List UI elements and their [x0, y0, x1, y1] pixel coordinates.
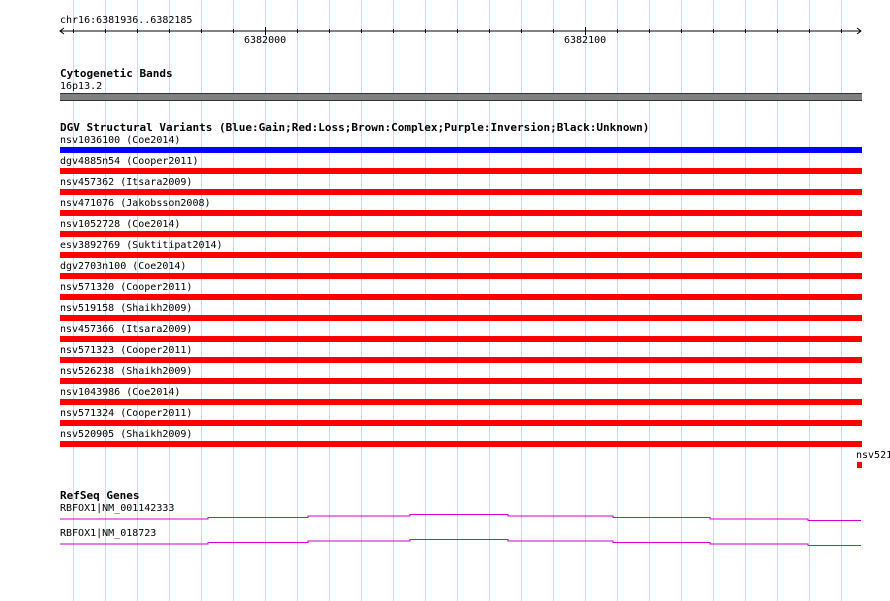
ruler-major-tick: [585, 27, 586, 35]
variant-bar-loss[interactable]: [60, 231, 862, 237]
variant-label: dgv4885n54 (Cooper2011): [60, 156, 199, 167]
ruler-minor-tick: [425, 29, 426, 33]
variant-label: nsv526238 (Shaikh2009): [60, 366, 193, 377]
variant-bar-loss[interactable]: [60, 210, 862, 216]
variant-label: nsv1043986 (Coe2014): [60, 387, 181, 398]
variant-label: nsv520905 (Shaikh2009): [60, 429, 193, 440]
variant-bar-loss[interactable]: [60, 420, 862, 426]
ruler-minor-tick: [841, 29, 842, 33]
cytoband-track-title[interactable]: Cytogenetic Bands: [60, 68, 173, 80]
ruler-minor-tick: [393, 29, 394, 33]
variant-label: nsv1036100 (Coe2014): [60, 135, 181, 146]
variant-bar-loss[interactable]: [60, 252, 862, 258]
variant-bar-loss[interactable]: [60, 294, 862, 300]
ruler-minor-tick: [617, 29, 618, 33]
variant-label: nsv571320 (Cooper2011): [60, 282, 193, 293]
ruler-minor-tick: [681, 29, 682, 33]
variant-label: nsv1052728 (Coe2014): [60, 219, 181, 230]
ruler-minor-tick: [521, 29, 522, 33]
ruler-minor-tick: [201, 29, 202, 33]
ruler-minor-tick: [233, 29, 234, 33]
overflow-variant-label: nsv521: [856, 450, 890, 461]
cytoband-label: 16p13.2: [60, 81, 103, 92]
ruler-minor-tick: [713, 29, 714, 33]
variant-label: nsv457366 (Itsara2009): [60, 324, 193, 335]
variant-label: nsv571324 (Cooper2011): [60, 408, 193, 419]
variant-label: nsv519158 (Shaikh2009): [60, 303, 193, 314]
refseq-track-title[interactable]: RefSeq Genes: [60, 490, 139, 502]
ruler-minor-tick: [361, 29, 362, 33]
ruler-minor-tick: [105, 29, 106, 33]
variant-label: nsv457362 (Itsara2009): [60, 177, 193, 188]
cytoband-bar[interactable]: [60, 93, 862, 101]
variant-bar-loss[interactable]: [60, 336, 862, 342]
variant-label: nsv471076 (Jakobsson2008): [60, 198, 211, 209]
variant-label: nsv571323 (Cooper2011): [60, 345, 193, 356]
ruler-tick-label: 6382000: [244, 35, 287, 46]
ruler-axis: [59, 27, 862, 35]
ruler-tick-label: 6382100: [564, 35, 607, 46]
overflow-variant-bar[interactable]: [857, 462, 862, 468]
ruler-minor-tick: [777, 29, 778, 33]
variant-label: dgv2703n100 (Coe2014): [60, 261, 187, 272]
ruler-minor-tick: [73, 29, 74, 33]
variant-bar-loss[interactable]: [60, 189, 862, 195]
ruler-minor-tick: [489, 29, 490, 33]
variant-bar-loss[interactable]: [60, 399, 862, 405]
ruler-minor-tick: [649, 29, 650, 33]
ruler-minor-tick: [297, 29, 298, 33]
variant-bar-loss[interactable]: [60, 357, 862, 363]
ruler-minor-tick: [169, 29, 170, 33]
ruler-minor-tick: [809, 29, 810, 33]
variant-bar-loss[interactable]: [60, 378, 862, 384]
gene-model[interactable]: [58, 512, 864, 524]
ruler-minor-tick: [457, 29, 458, 33]
variant-bar-gain[interactable]: [60, 147, 862, 153]
variant-bar-loss[interactable]: [60, 315, 862, 321]
ruler-minor-tick: [745, 29, 746, 33]
ruler-minor-tick: [137, 29, 138, 33]
ruler-major-tick: [265, 27, 266, 35]
variant-bar-loss[interactable]: [60, 168, 862, 174]
variant-label: esv3892769 (Suktitipat2014): [60, 240, 223, 251]
variant-bar-loss[interactable]: [60, 441, 862, 447]
ruler-minor-tick: [553, 29, 554, 33]
gene-model[interactable]: [58, 537, 864, 549]
dgv-track-title[interactable]: DGV Structural Variants (Blue:Gain;Red:L…: [60, 122, 649, 134]
variant-bar-loss[interactable]: [60, 273, 862, 279]
ruler-minor-tick: [329, 29, 330, 33]
